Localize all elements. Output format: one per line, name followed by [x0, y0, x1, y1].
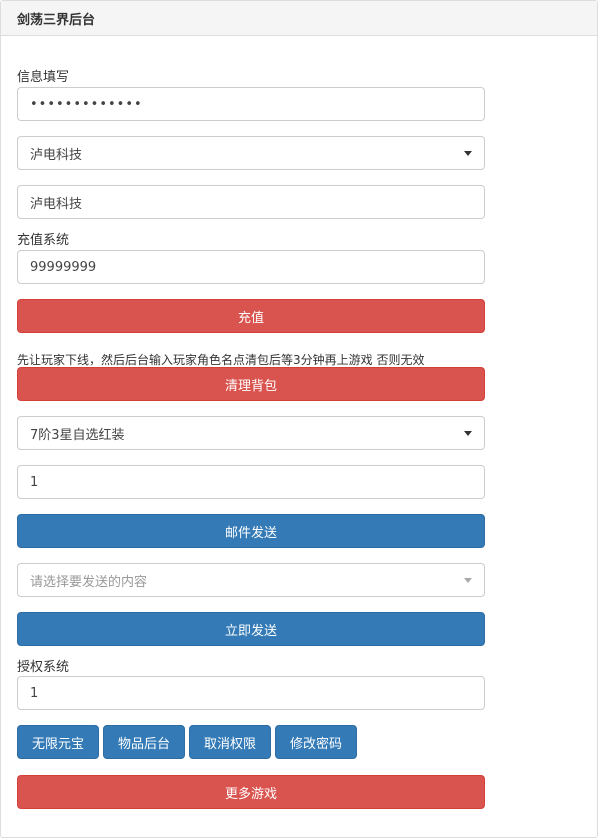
item-admin-button[interactable]: 物品后台	[103, 725, 185, 759]
unlimited-yuanbao-button[interactable]: 无限元宝	[17, 725, 99, 759]
password-field[interactable]: •••••••••••••	[17, 87, 485, 121]
recharge-button[interactable]: 充值	[17, 299, 485, 333]
item-select-value: 7阶3星自选红装	[30, 427, 125, 443]
chevron-down-icon	[464, 431, 472, 436]
more-games-button[interactable]: 更多游戏	[17, 775, 485, 809]
panel-title: 剑荡三界后台	[1, 1, 597, 36]
content-select-placeholder: 请选择要发送的内容	[30, 574, 148, 590]
revoke-permission-button[interactable]: 取消权限	[189, 725, 271, 759]
mail-send-button[interactable]: 邮件发送	[17, 514, 485, 548]
admin-panel: 剑荡三界后台 信息填写 ••••••••••••• 泸电科技 泸电科技 充值系统…	[0, 0, 598, 838]
change-password-button[interactable]: 修改密码	[275, 725, 357, 759]
clear-bag-note: 先让玩家下线，然后后台输入玩家角色名点清包后等3分钟再上游戏 否则无效	[17, 353, 425, 367]
server-select-value: 泸电科技	[30, 147, 83, 163]
recharge-amount-input[interactable]: 99999999	[17, 250, 485, 284]
auth-input[interactable]: 1	[17, 676, 485, 710]
quantity-input[interactable]: 1	[17, 465, 485, 499]
info-label: 信息填写	[17, 70, 70, 85]
content-select[interactable]: 请选择要发送的内容	[17, 563, 485, 597]
recharge-label: 充值系统	[17, 233, 70, 248]
auth-label: 授权系统	[17, 660, 70, 675]
role-name-input[interactable]: 泸电科技	[17, 185, 485, 219]
chevron-down-icon	[464, 151, 472, 156]
clear-bag-button[interactable]: 清理背包	[17, 367, 485, 401]
chevron-down-icon	[464, 578, 472, 583]
item-select[interactable]: 7阶3星自选红装	[17, 416, 485, 450]
server-select[interactable]: 泸电科技	[17, 136, 485, 170]
send-now-button[interactable]: 立即发送	[17, 612, 485, 646]
